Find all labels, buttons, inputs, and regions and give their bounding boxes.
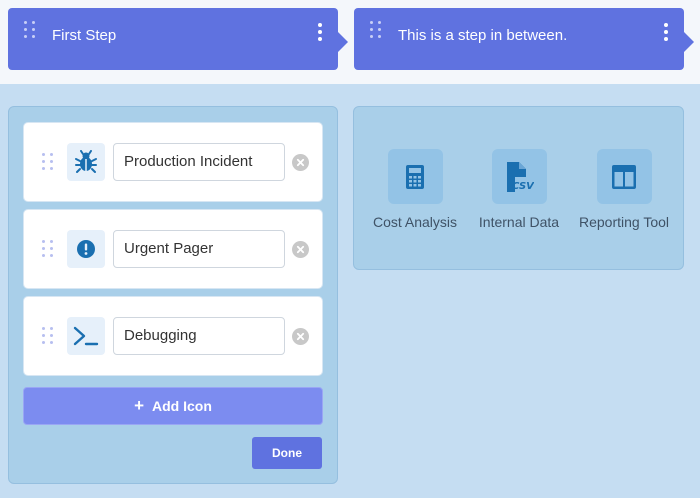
add-icon-button[interactable]: + Add Icon <box>23 387 323 425</box>
icon-label-input[interactable]: Urgent Pager <box>113 230 285 268</box>
icon-label-input[interactable]: Production Incident <box>113 143 285 181</box>
table-icon[interactable] <box>596 149 652 204</box>
tool-item[interactable]: CSV Internal Data <box>464 149 574 230</box>
done-button[interactable]: Done <box>252 437 322 469</box>
icon-label-input[interactable]: Debugging <box>113 317 285 355</box>
calculator-icon[interactable] <box>387 149 443 204</box>
svg-text:CSV: CSV <box>512 181 534 192</box>
drag-handle-icon[interactable] <box>24 21 36 39</box>
drag-handle-icon[interactable] <box>370 21 382 39</box>
plus-icon: + <box>134 396 145 415</box>
tool-preview-panel: Cost Analysis CSV Internal Data Reportin… <box>353 106 684 270</box>
step-arrow <box>684 32 694 52</box>
exclamation-circle-icon[interactable] <box>67 230 105 268</box>
tool-item[interactable]: Cost Analysis <box>360 149 470 230</box>
csv-file-icon[interactable]: CSV <box>491 149 547 204</box>
drag-handle-icon[interactable] <box>42 153 54 171</box>
tool-label: Cost Analysis <box>372 214 458 230</box>
tool-label: Reporting Tool <box>578 214 670 230</box>
drag-handle-icon[interactable] <box>42 240 54 258</box>
list-item: Debugging <box>23 296 323 376</box>
list-item: Production Incident <box>23 122 323 202</box>
bug-icon[interactable] <box>67 143 105 181</box>
terminal-icon[interactable] <box>67 317 105 355</box>
steps-bar: First Step This is a step in between. <box>0 0 700 86</box>
step-between[interactable]: This is a step in between. <box>354 8 694 70</box>
remove-icon[interactable] <box>292 154 309 171</box>
remove-icon[interactable] <box>292 241 309 258</box>
icon-editor-panel: Production Incident Urgent Pager Debuggi… <box>8 106 338 484</box>
step-label: First Step <box>52 27 117 44</box>
add-icon-label: Add Icon <box>152 398 212 414</box>
step-label: This is a step in between. <box>398 27 568 44</box>
more-vertical-icon[interactable] <box>314 21 326 43</box>
tool-item[interactable]: Reporting Tool <box>569 149 679 230</box>
more-vertical-icon[interactable] <box>660 21 672 43</box>
list-item: Urgent Pager <box>23 209 323 289</box>
step-arrow <box>338 32 348 52</box>
drag-handle-icon[interactable] <box>42 327 54 345</box>
tool-label: Internal Data <box>478 214 560 230</box>
step-first[interactable]: First Step <box>8 8 348 70</box>
remove-icon[interactable] <box>292 328 309 345</box>
workspace: Production Incident Urgent Pager Debuggi… <box>0 84 700 498</box>
